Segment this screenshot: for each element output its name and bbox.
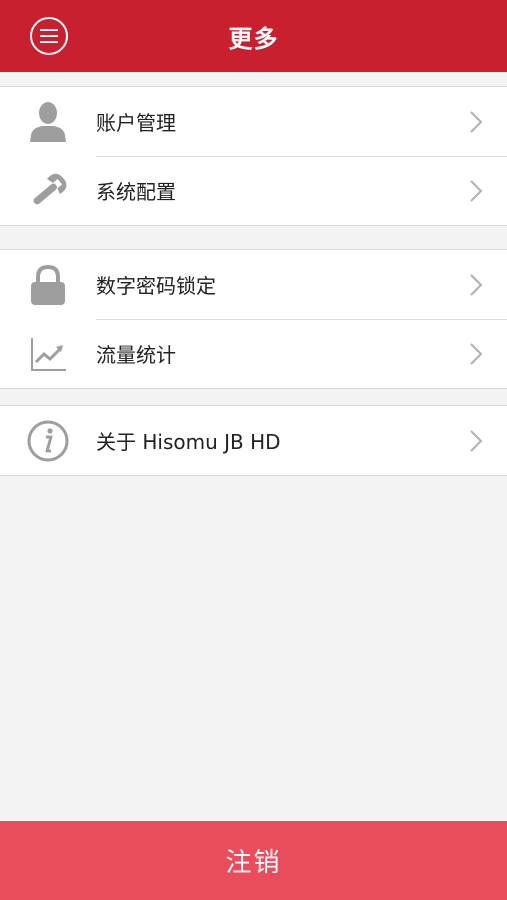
lock-icon [26,263,70,307]
chart-line-icon [26,332,70,376]
menu-item-account[interactable]: 账户管理 [0,87,507,156]
menu-item-label: 数字密码锁定 [96,274,216,298]
chevron-right-icon [469,179,483,203]
chevron-right-icon [469,110,483,134]
header-bar: 更多 [0,0,507,72]
menu-item-about[interactable]: 关于 Hisomu JB HD [0,406,507,475]
menu-item-label: 流量统计 [96,343,176,367]
settings-group-about: 关于 Hisomu JB HD [0,405,507,476]
chevron-right-icon [469,342,483,366]
menu-item-label: 关于 Hisomu JB HD [96,430,281,454]
chevron-right-icon [469,273,483,297]
more-screen: 更多 账户管理 系统配置 数字密码锁定 流量统计 关于 Hisomu JB HD… [0,0,507,900]
menu-button[interactable] [30,17,68,55]
wrench-icon [26,169,70,213]
person-icon [26,100,70,144]
chevron-right-icon [469,429,483,453]
logout-button[interactable]: 注销 [0,821,507,900]
menu-item-label: 系统配置 [96,180,176,204]
menu-item-label: 账户管理 [96,111,176,135]
menu-item-system-config[interactable]: 系统配置 [0,156,507,225]
page-title: 更多 [228,24,279,53]
menu-item-pin-lock[interactable]: 数字密码锁定 [0,250,507,319]
info-icon [26,419,70,463]
menu-item-traffic-stats[interactable]: 流量统计 [0,319,507,388]
settings-group-account: 账户管理 系统配置 [0,86,507,226]
logout-label: 注销 [225,848,282,878]
menu-icon [40,29,58,43]
settings-group-security: 数字密码锁定 流量统计 [0,249,507,389]
